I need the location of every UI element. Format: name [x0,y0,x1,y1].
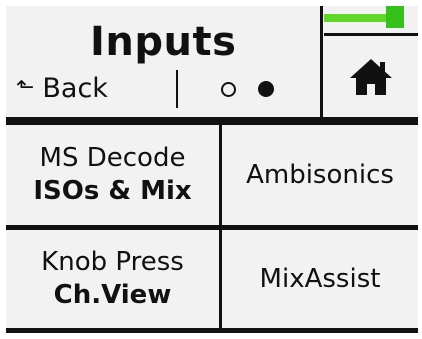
input-options-grid: MS Decode ISOs & Mix Ambisonics Knob Pre… [6,120,418,333]
ms-decode-value: ISOs & Mix [33,176,192,206]
home-icon [349,58,392,95]
grid-bottom-line [6,328,418,333]
ambisonics-button[interactable]: Ambisonics [222,125,418,225]
grid-vertical-line-bottom [219,230,222,328]
mixassist-button[interactable]: MixAssist [222,230,418,328]
back-label: Back [42,72,108,104]
ambisonics-label: Ambisonics [246,160,394,190]
header-bar: Inputs ⬑ Back [6,6,418,120]
inputs-screen: Inputs ⬑ Back MS Decode ISOs & Mix Ambis… [0,0,422,339]
header-separator [176,70,178,108]
page-indicator[interactable] [221,72,274,106]
back-arrow-icon: ⬑ [16,74,35,100]
page-dot-2-active[interactable] [258,81,274,97]
knob-press-button[interactable]: Knob Press Ch.View [6,230,219,328]
mixassist-label: MixAssist [259,264,381,294]
ms-decode-button[interactable]: MS Decode ISOs & Mix [6,125,219,225]
level-meter-peak [386,6,404,28]
grid-vertical-line-top [219,125,222,225]
knob-press-value: Ch.View [53,280,172,310]
level-meter [324,6,418,32]
page-title: Inputs [90,19,237,65]
page-dot-1[interactable] [221,81,236,97]
back-button[interactable]: ⬑ Back [16,68,108,108]
home-button[interactable] [323,36,418,117]
knob-press-label: Knob Press [41,247,184,277]
ms-decode-label: MS Decode [39,143,186,173]
